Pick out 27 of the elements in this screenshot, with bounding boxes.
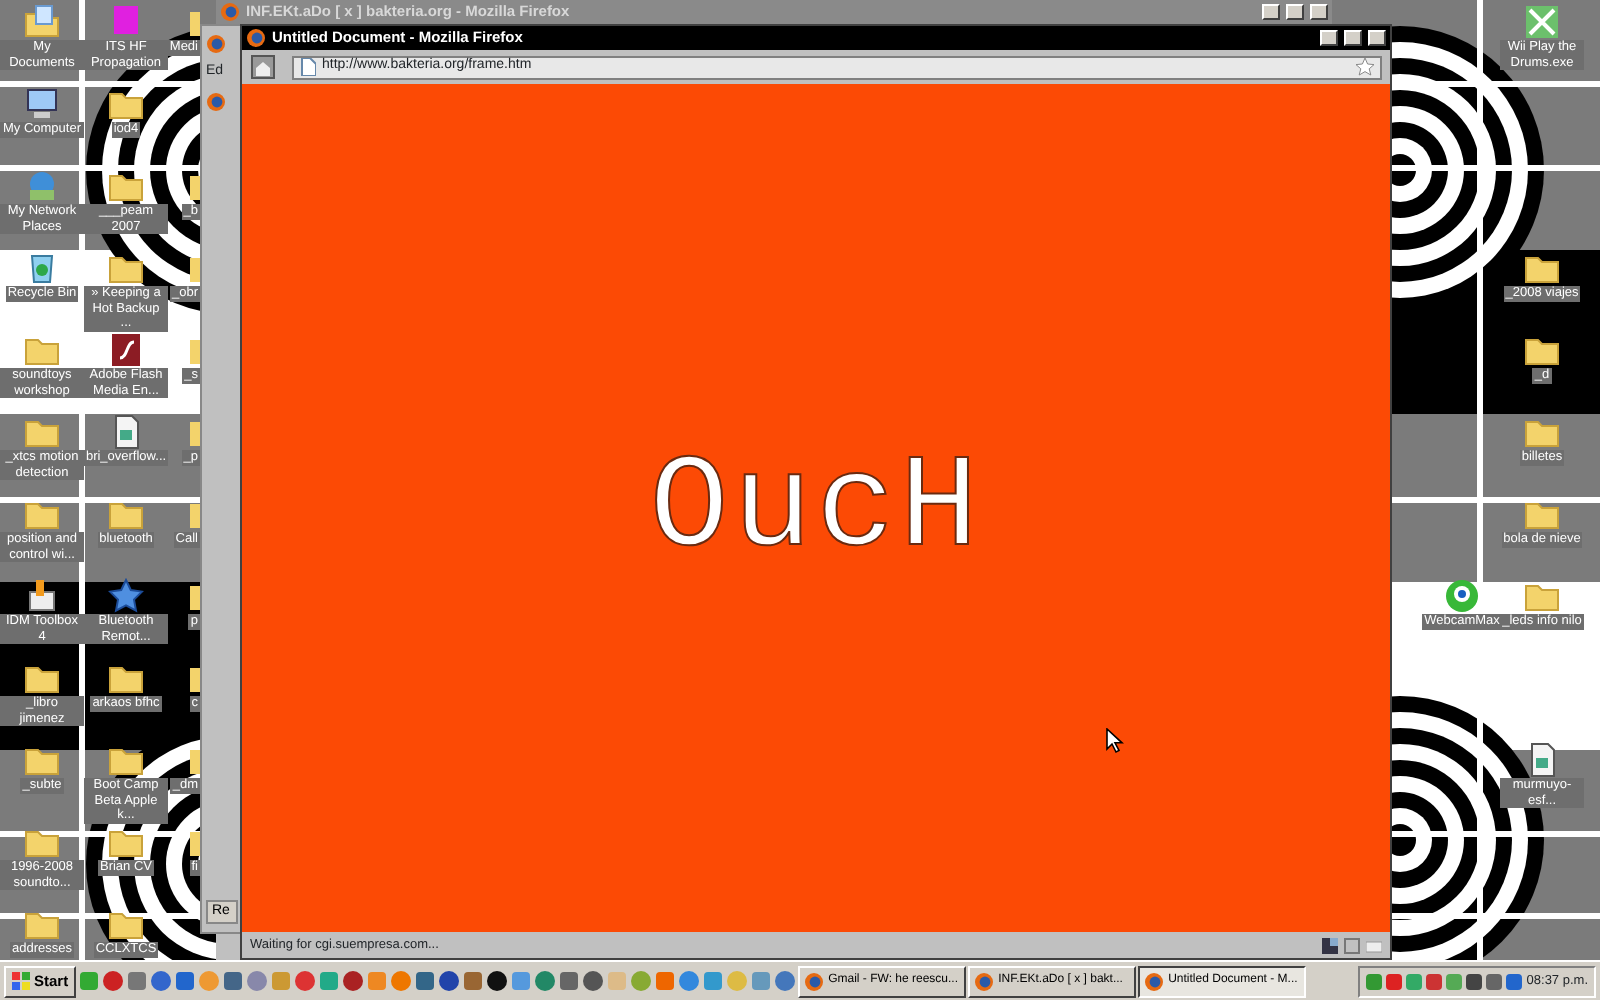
maximize-button[interactable]	[1344, 30, 1362, 46]
close-button[interactable]	[1310, 4, 1328, 20]
star-icon[interactable]	[108, 578, 144, 614]
computer-icon[interactable]	[24, 86, 60, 122]
windows-logo-icon	[12, 972, 30, 990]
home-icon[interactable]	[250, 54, 276, 80]
cross-icon[interactable]	[1524, 4, 1560, 40]
colored-square-icon[interactable]	[108, 4, 144, 40]
minimize-button[interactable]	[1320, 30, 1338, 46]
firefox-icon	[206, 91, 226, 111]
eye-icon[interactable]	[1444, 578, 1480, 614]
star-icon[interactable]	[1356, 58, 1374, 76]
toolbox-icon[interactable]	[24, 578, 60, 614]
maximize-button[interactable]	[1286, 4, 1304, 20]
flash-icon[interactable]	[108, 332, 144, 368]
network-icon[interactable]	[24, 168, 60, 204]
firefox-icon	[974, 971, 995, 991]
page-heading: OucH	[649, 431, 983, 587]
cursor-icon	[1106, 728, 1124, 754]
status-icon	[1322, 937, 1338, 953]
minimize-button[interactable]	[1262, 4, 1280, 20]
firefox-icon	[1144, 971, 1165, 991]
app-icon[interactable]	[486, 970, 509, 992]
close-button[interactable]	[1368, 30, 1386, 46]
page-icon	[300, 58, 316, 76]
app-icon[interactable]	[438, 970, 461, 992]
firefox-icon	[804, 971, 825, 991]
